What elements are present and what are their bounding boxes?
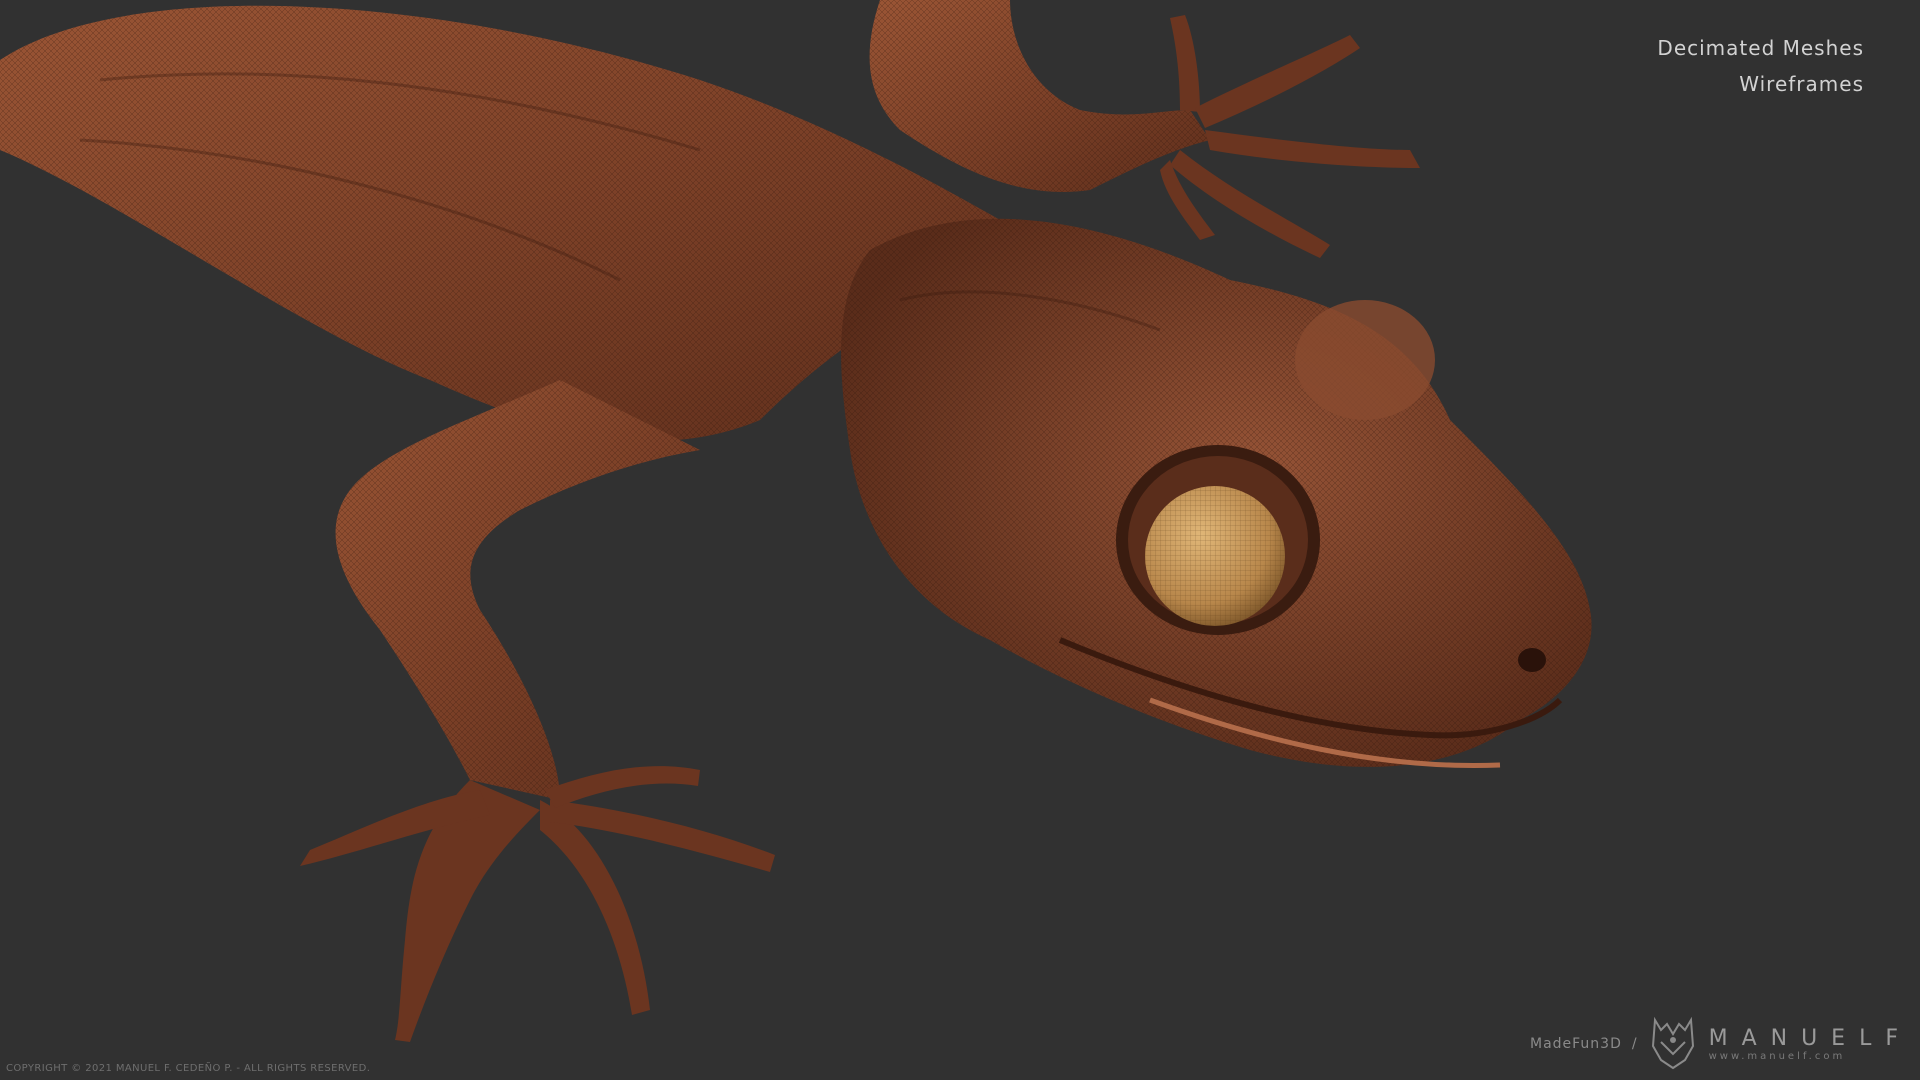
title-wireframes: Wireframes: [1739, 72, 1864, 96]
brand-url: www.manuelf.com: [1708, 1050, 1846, 1062]
brand-separator: /: [1631, 1036, 1637, 1052]
copyright-notice: COPYRIGHT © 2021 MANUEL F. CEDEÑO P. - A…: [6, 1063, 371, 1074]
brand-footer: MadeFun3D / MANUELF www.manuelf.com: [1530, 1014, 1912, 1074]
gecko-eye: [1116, 445, 1320, 635]
brand-name: MANUELF: [1708, 1025, 1912, 1051]
gecko-left-front-leg: [300, 380, 775, 1042]
manuelf-logo-icon: [1651, 1016, 1694, 1070]
gecko-render: [0, 0, 1592, 1042]
title-decimated-meshes: Decimated Meshes: [1657, 36, 1864, 60]
brand-madefun3d: MadeFun3D: [1529, 1036, 1622, 1052]
